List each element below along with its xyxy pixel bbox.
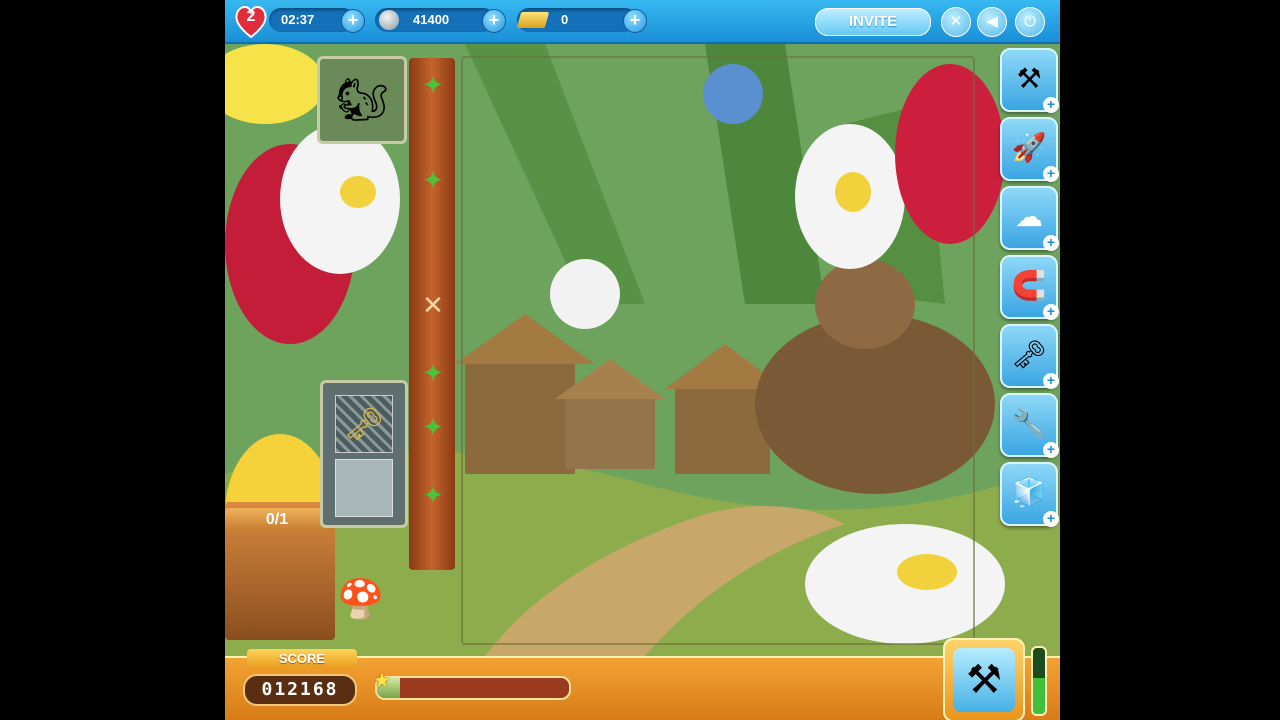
leaf-icon: ✦ xyxy=(422,358,444,388)
add-lives-button[interactable]: + xyxy=(341,9,365,33)
top-bar: 2 02:37 + 41400 + 0 + INVITE ✕ ◀ ⏻ xyxy=(225,0,1060,44)
ice-tool-button[interactable]: 🧊 + xyxy=(1000,462,1059,527)
magnet-icon: 🧲 xyxy=(1011,270,1047,301)
plus-icon: + xyxy=(1043,442,1059,458)
plus-icon: + xyxy=(1043,304,1059,320)
power-icon[interactable]: ⏻ xyxy=(1015,7,1045,37)
squirrel-icon: 🐿 xyxy=(335,76,389,123)
gold-value: 0 xyxy=(561,12,569,27)
squirrel-goal-card[interactable]: 🐿 xyxy=(317,56,407,144)
leaf-icon: ✦ xyxy=(422,480,444,510)
leaf-icon: ✦ xyxy=(422,165,444,195)
rocket-tool-button[interactable]: 🚀 + xyxy=(1000,117,1059,182)
plus-icon: + xyxy=(1043,235,1059,251)
pliers-tool-button[interactable]: 🔧 + xyxy=(1000,393,1059,458)
rocket-icon: 🚀 xyxy=(1011,132,1047,163)
plus-icon: + xyxy=(1043,511,1059,527)
plus-icon: + xyxy=(1043,97,1059,113)
lives-count: 2 xyxy=(246,8,256,25)
plus-icon: + xyxy=(1043,166,1059,182)
rope-knot-icon: ✕ xyxy=(422,290,444,320)
coin-icon xyxy=(379,10,399,30)
plus-icon: + xyxy=(1043,373,1059,389)
music-off-icon[interactable]: ✕ xyxy=(941,7,971,37)
hammer-icon: ⚒ xyxy=(1016,63,1042,94)
game-window: 0/1 ✦ ✦ ✕ ✦ ✦ ✦ 🐿 🗝 🍄 2 02:37 + 41400 + … xyxy=(225,0,1060,720)
pliers-icon: 🔧 xyxy=(1011,408,1047,439)
caged-key-icon: 🗝 xyxy=(335,395,393,453)
key-goal-card[interactable]: 🗝 xyxy=(320,380,408,528)
chained-block xyxy=(335,459,393,517)
add-coins-button[interactable]: + xyxy=(482,9,506,33)
key-icon: 🗝 xyxy=(1011,339,1047,370)
leaf-icon: ✦ xyxy=(422,70,444,100)
cloud-tool-button[interactable]: ☁ + xyxy=(1000,186,1059,251)
add-gold-button[interactable]: + xyxy=(623,9,647,33)
power-meter xyxy=(1031,646,1047,716)
gold-pill: 0 xyxy=(516,8,637,32)
hammer-icon: ⚒ xyxy=(953,648,1015,712)
flower-center xyxy=(340,176,376,208)
invite-button[interactable]: INVITE xyxy=(815,8,931,36)
active-tool-slot[interactable]: ⚒ xyxy=(943,638,1025,720)
board-frame xyxy=(461,56,975,645)
hammer-tool-button[interactable]: ⚒ + xyxy=(1000,48,1059,113)
leaf-icon: ✦ xyxy=(422,412,444,442)
flower-white xyxy=(280,124,400,274)
gold-bar-icon xyxy=(516,12,550,28)
tower-counter: 0/1 xyxy=(225,508,329,532)
score-label: SCORE xyxy=(247,649,357,669)
star-icon: ★ xyxy=(373,670,391,692)
score-value: 012168 xyxy=(243,674,357,706)
mushroom-icon: 🍄 xyxy=(337,579,385,621)
lives-timer: 02:37 xyxy=(281,12,315,27)
ice-icon: 🧊 xyxy=(1011,477,1047,508)
power-meter-fill xyxy=(1033,677,1045,714)
cloud-icon: ☁ xyxy=(1015,201,1043,232)
coins-pill: 41400 xyxy=(375,8,495,32)
magnet-tool-button[interactable]: 🧲 + xyxy=(1000,255,1059,320)
speaker-icon[interactable]: ◀ xyxy=(977,7,1007,37)
level-progress-bar xyxy=(375,676,571,700)
key-tool-button[interactable]: 🗝 + xyxy=(1000,324,1059,389)
coins-value: 41400 xyxy=(413,12,450,27)
